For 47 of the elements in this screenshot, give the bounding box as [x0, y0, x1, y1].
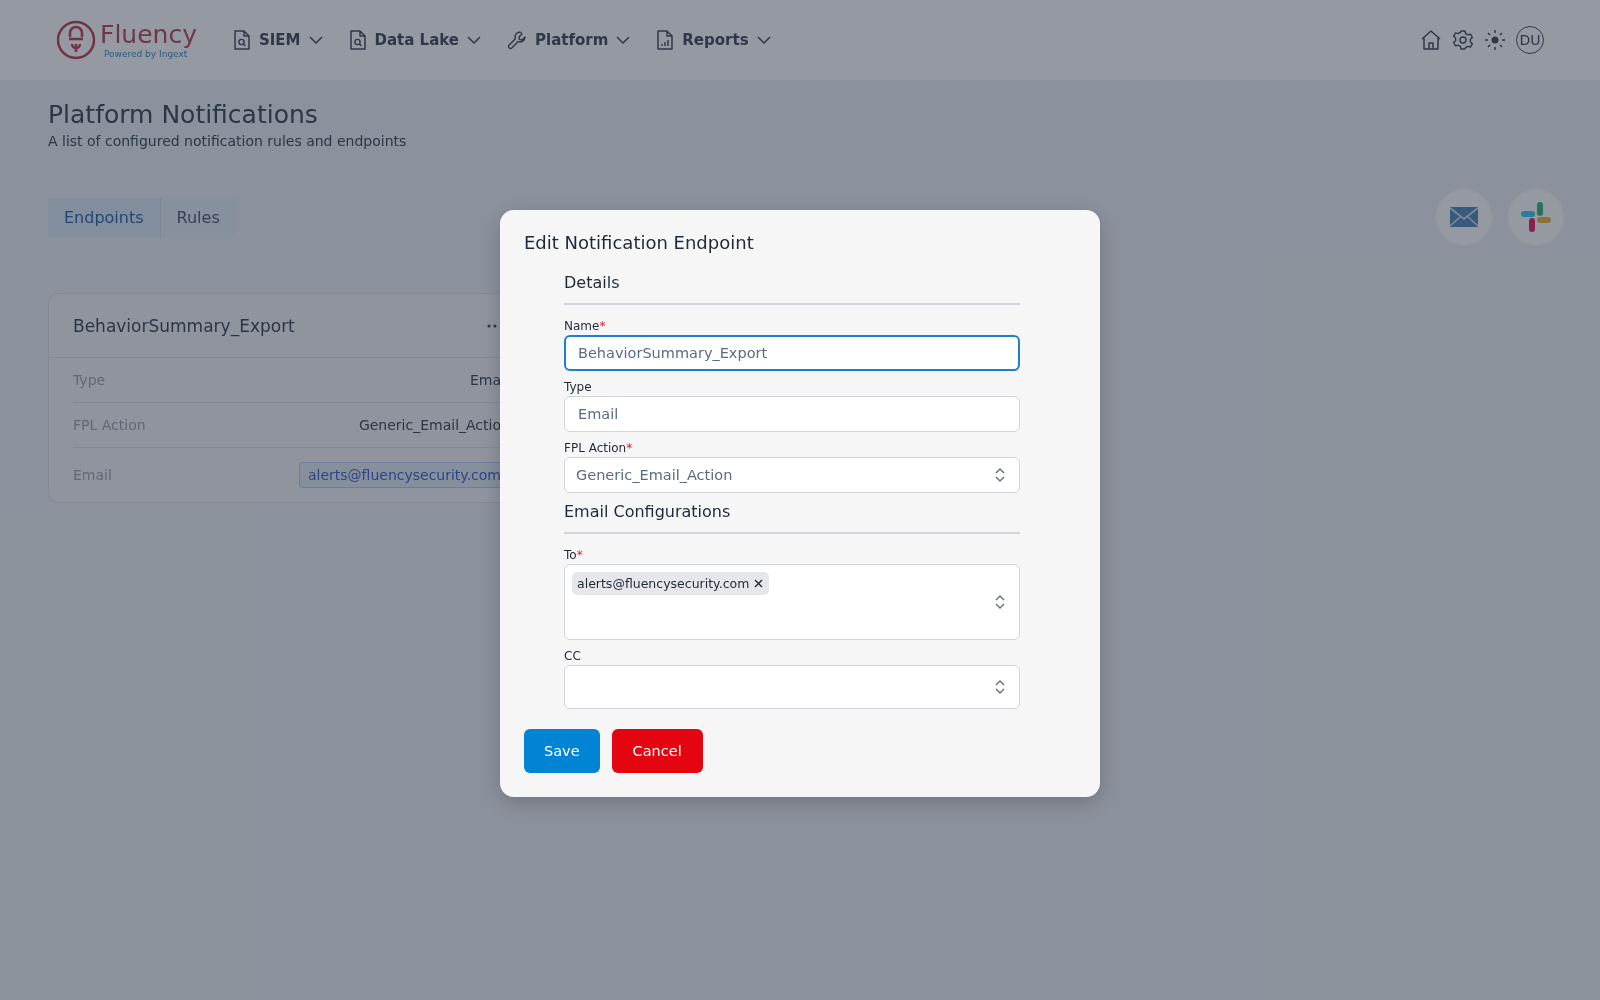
- updown-icon: [995, 594, 1005, 610]
- logo-name: Fluency: [100, 21, 197, 49]
- dialog-title: Edit Notification Endpoint: [524, 232, 755, 253]
- updown-icon: [995, 467, 1005, 483]
- logo-tagline: Powered by Ingext: [104, 49, 189, 59]
- text-input[interactable]: BehaviorSummary_Export: [564, 335, 1020, 371]
- page-subtitle: A list of configured notification rules and endpoints: [48, 133, 408, 149]
- file-search-icon: [232, 30, 251, 50]
- multi-select[interactable]: alerts@fluencysecurity.com: [564, 564, 1020, 640]
- wrench-icon: [507, 30, 527, 50]
- save-button[interactable]: Save: [524, 729, 600, 773]
- lock-logo-icon: [56, 20, 96, 60]
- email-tag: alerts@fluencysecurity.com: [298, 462, 501, 488]
- field-label: To*: [564, 548, 584, 562]
- field-label: Type: [564, 380, 593, 394]
- file-search-icon: [348, 30, 367, 50]
- cancel-button[interactable]: Cancel: [611, 729, 703, 773]
- nav-menu[interactable]: Platform: [507, 30, 631, 50]
- chevron-down-icon: [756, 36, 771, 44]
- home-icon[interactable]: [1420, 29, 1442, 51]
- section-heading: Details: [564, 273, 621, 292]
- field-label: Name*: [564, 319, 607, 333]
- slack-logo-icon: [1520, 201, 1552, 233]
- field-label: FPL Action*: [564, 441, 634, 455]
- field-value: Ema: [469, 372, 501, 388]
- more-icon[interactable]: [487, 323, 499, 328]
- sun-icon[interactable]: [1484, 29, 1506, 51]
- settings-icon[interactable]: [1452, 29, 1474, 51]
- chevron-down-icon: [467, 36, 481, 44]
- page-title: Platform Notifications: [48, 100, 319, 129]
- nav-menu[interactable]: Data Lake: [348, 30, 481, 50]
- chip-label: alerts@fluencysecurity.com: [577, 576, 750, 591]
- chevron-down-icon: [616, 36, 631, 44]
- updown-icon: [995, 679, 1005, 695]
- tab[interactable]: Endpoints: [48, 197, 161, 237]
- field-value: Generic_Email_Actio: [358, 417, 501, 433]
- chevron-down-icon: [308, 36, 323, 44]
- card-title: BehaviorSummary_Export: [73, 315, 295, 336]
- envelope-icon: [1450, 207, 1478, 227]
- nav-menu[interactable]: Reports: [656, 30, 771, 50]
- file-chart-icon: [656, 30, 675, 50]
- select-dropdown[interactable]: Generic_Email_Action: [564, 457, 1020, 493]
- text-input[interactable]: Email: [564, 396, 1020, 432]
- field-label: CC: [564, 649, 582, 663]
- nav-menu[interactable]: SIEM: [232, 30, 323, 50]
- remove-icon[interactable]: [754, 579, 764, 588]
- section-heading: Email Configurations: [564, 502, 732, 521]
